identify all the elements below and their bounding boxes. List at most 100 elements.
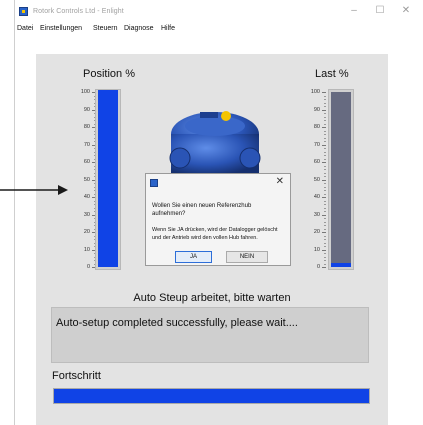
load-tick-minor bbox=[324, 169, 326, 170]
load-tick-label: 70 bbox=[313, 141, 320, 148]
dialog-question: Wollen Sie einen neuen Referenzhub aufne… bbox=[152, 203, 252, 217]
menu-einstellungen[interactable]: Einstellungen bbox=[40, 25, 82, 32]
load-tick-minor bbox=[324, 211, 326, 212]
load-tick-minor bbox=[324, 158, 326, 160]
load-scale: 100 90 80 70 60 50 40 30 20 10 0 bbox=[304, 89, 326, 270]
load-tick-label: 80 bbox=[313, 124, 320, 130]
load-tick-minor bbox=[324, 218, 326, 219]
load-tick-minor bbox=[324, 186, 326, 188]
load-tick-mark bbox=[322, 127, 326, 128]
load-tick-minor bbox=[324, 256, 326, 258]
load-tick-minor bbox=[324, 120, 326, 121]
load-tick-minor bbox=[324, 113, 326, 114]
progress-label: Fortschritt bbox=[52, 370, 101, 382]
load-tick-minor bbox=[324, 130, 326, 132]
load-tick-minor bbox=[324, 176, 326, 177]
load-tick-mark bbox=[322, 92, 326, 93]
load-tick-minor bbox=[324, 239, 326, 240]
load-gauge-label: Last % bbox=[315, 68, 349, 80]
load-tick-minor bbox=[324, 207, 326, 209]
maximize-button[interactable]: ☐ bbox=[373, 5, 387, 16]
menu-steuern[interactable]: Steuern bbox=[93, 25, 118, 32]
load-tick-mark bbox=[322, 197, 326, 198]
load-tick-mark bbox=[322, 249, 326, 251]
menu-hilfe[interactable]: Hilfe bbox=[161, 25, 175, 32]
load-tick-minor bbox=[324, 204, 326, 205]
load-tick-label: 30 bbox=[313, 211, 320, 218]
minimize-button[interactable]: – bbox=[347, 5, 361, 16]
menu-datei[interactable]: Datei bbox=[17, 25, 33, 32]
load-tick-label: 90 bbox=[313, 106, 320, 113]
position-tick-label: 20 bbox=[83, 229, 90, 235]
load-tick-minor bbox=[324, 190, 326, 191]
position-scale: 100 90 80 70 60 50 40 30 20 10 0 bbox=[74, 89, 96, 270]
position-gauge bbox=[95, 89, 121, 270]
load-tick-minor bbox=[324, 99, 326, 100]
arrow-icon bbox=[0, 185, 68, 195]
load-tick-minor bbox=[324, 137, 326, 139]
load-gauge-track bbox=[331, 92, 351, 267]
load-gauge-fill bbox=[331, 263, 351, 267]
load-tick-minor bbox=[324, 155, 326, 156]
position-tick-label: 0 bbox=[86, 264, 90, 270]
load-tick-mark bbox=[322, 144, 326, 146]
close-button[interactable]: ✕ bbox=[399, 5, 413, 16]
load-tick-minor bbox=[324, 95, 326, 97]
dialog-close-button[interactable]: ✕ bbox=[276, 176, 284, 187]
position-tick-label: 70 bbox=[83, 141, 90, 148]
title-bar[interactable]: Rotork Controls Ltd - Enlight – ☐ ✕ bbox=[15, 0, 423, 22]
load-tick-minor bbox=[324, 116, 326, 118]
load-tick-minor bbox=[324, 221, 326, 223]
load-tick-mark bbox=[322, 214, 326, 216]
position-gauge-label: Position % bbox=[83, 68, 135, 80]
load-tick-label: 50 bbox=[313, 176, 320, 183]
position-tick-label: 30 bbox=[83, 211, 90, 218]
load-tick-label: 40 bbox=[313, 194, 320, 200]
confirm-dialog: ✕ Wollen Sie einen neuen Referenzhub auf… bbox=[145, 173, 291, 266]
position-tick-label: 60 bbox=[83, 159, 90, 165]
status-message-box: Auto-setup completed successfully, pleas… bbox=[51, 307, 369, 363]
progress-bar bbox=[53, 388, 370, 404]
load-tick-minor bbox=[324, 123, 326, 125]
load-tick-minor bbox=[324, 183, 326, 184]
status-caption: Auto Steup arbeitet, bitte warten bbox=[133, 292, 291, 304]
progress-bar-fill bbox=[54, 389, 369, 403]
load-tick-minor bbox=[324, 106, 326, 107]
status-message: Auto-setup completed successfully, pleas… bbox=[56, 317, 298, 329]
load-tick-minor bbox=[324, 102, 326, 104]
load-tick-minor bbox=[324, 134, 326, 135]
yes-button[interactable]: JA bbox=[175, 251, 212, 263]
load-tick-minor bbox=[324, 172, 326, 174]
load-tick-mark bbox=[322, 109, 326, 111]
load-tick-label: 0 bbox=[316, 264, 320, 270]
load-tick-label: 20 bbox=[313, 229, 320, 235]
position-tick-label: 100 bbox=[80, 89, 90, 95]
rotork-app-icon bbox=[19, 7, 28, 16]
load-gauge bbox=[328, 89, 354, 270]
position-gauge-fill bbox=[98, 90, 118, 267]
load-tick-label: 10 bbox=[313, 246, 320, 253]
load-tick-mark bbox=[322, 232, 326, 233]
menu-diagnose[interactable]: Diagnose bbox=[124, 25, 154, 32]
load-tick-minor bbox=[324, 151, 326, 153]
load-tick-minor bbox=[324, 148, 326, 149]
load-tick-label: 100 bbox=[310, 89, 320, 95]
load-tick-minor bbox=[324, 235, 326, 237]
load-tick-minor bbox=[324, 263, 326, 265]
menu-bar: Datei Einstellungen Steuern Diagnose Hil… bbox=[15, 22, 423, 36]
no-button[interactable]: NEIN bbox=[226, 251, 268, 263]
rotork-app-icon bbox=[150, 179, 158, 187]
load-tick-minor bbox=[324, 228, 326, 230]
window-title: Rotork Controls Ltd - Enlight bbox=[33, 8, 124, 15]
position-tick-label: 50 bbox=[83, 176, 90, 183]
position-tick-label: 40 bbox=[83, 194, 90, 200]
load-tick-minor bbox=[324, 246, 326, 247]
position-tick-label: 90 bbox=[83, 106, 90, 113]
load-tick-minor bbox=[324, 225, 326, 226]
position-tick-label: 10 bbox=[83, 246, 90, 253]
load-tick-mark bbox=[322, 179, 326, 181]
load-tick-minor bbox=[324, 165, 326, 167]
position-tick-label: 80 bbox=[83, 124, 90, 130]
load-tick-mark bbox=[322, 162, 326, 163]
load-tick-minor bbox=[324, 260, 326, 261]
